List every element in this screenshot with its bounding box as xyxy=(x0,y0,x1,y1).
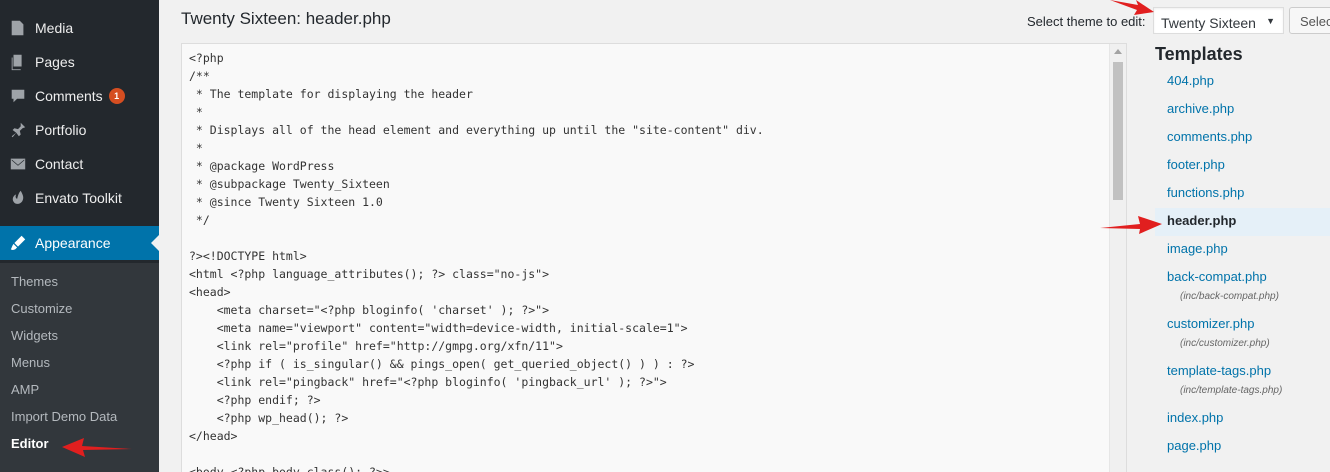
template-file-name: index.php xyxy=(1167,410,1224,425)
submenu-amp[interactable]: AMP xyxy=(11,382,39,397)
template-file-name: 404.php xyxy=(1167,73,1214,88)
template-file-link[interactable]: comments.php xyxy=(1155,124,1330,152)
theme-select[interactable]: Twenty Sixteen ▼ xyxy=(1153,7,1284,34)
selected-theme: Twenty Sixteen xyxy=(1161,15,1256,31)
submenu-customize[interactable]: Customize xyxy=(11,301,72,316)
editor-scrollbar[interactable] xyxy=(1109,44,1126,472)
submenu-themes[interactable]: Themes xyxy=(11,274,58,289)
template-file-name: footer.php xyxy=(1167,157,1225,172)
template-file-link[interactable]: archive.php xyxy=(1155,96,1330,124)
submenu-import-demo-data[interactable]: Import Demo Data xyxy=(11,409,117,424)
portfolio-icon xyxy=(8,120,28,140)
menu-comments[interactable]: Comments 1 xyxy=(0,79,159,113)
template-file-link[interactable]: page.php xyxy=(1155,433,1330,461)
admin-sidebar: Media Pages Comments 1 Portfolio Contact… xyxy=(0,0,159,472)
menu-label: Envato Toolkit xyxy=(35,190,122,206)
media-icon xyxy=(8,18,28,38)
submenu-widgets[interactable]: Widgets xyxy=(11,328,58,343)
contact-icon xyxy=(8,154,28,174)
template-file-name: page.php xyxy=(1167,438,1222,453)
red-arrow-editor-icon xyxy=(62,438,132,457)
template-file-name: image.php xyxy=(1167,241,1228,256)
template-file-name: functions.php xyxy=(1167,185,1245,200)
template-file-link[interactable]: back-compat.php xyxy=(1155,264,1330,292)
scrollbar-thumb[interactable] xyxy=(1113,62,1123,200)
red-arrow-theme-select-icon xyxy=(1110,0,1154,15)
template-file-path: (inc/back-compat.php) xyxy=(1180,291,1279,302)
template-file-link-current[interactable]: header.php xyxy=(1155,208,1330,236)
submenu-menus[interactable]: Menus xyxy=(11,355,50,370)
comment-count-badge: 1 xyxy=(108,88,125,104)
menu-label: Pages xyxy=(35,54,75,70)
template-file-path: (inc/customizer.php) xyxy=(1180,338,1270,349)
template-file-link[interactable]: footer.php xyxy=(1155,152,1330,180)
envato-icon xyxy=(8,188,28,208)
page-title: Twenty Sixteen: header.php xyxy=(181,9,391,28)
template-file-link[interactable]: functions.php xyxy=(1155,180,1330,208)
menu-media[interactable]: Media xyxy=(0,11,159,45)
template-file-name: customizer.php xyxy=(1167,316,1255,331)
template-file-path: (inc/template-tags.php) xyxy=(1180,385,1283,396)
menu-envato-toolkit[interactable]: Envato Toolkit xyxy=(0,181,159,215)
template-file-link[interactable]: 404.php xyxy=(1155,68,1330,96)
pages-icon xyxy=(8,52,28,72)
theme-select-label: Select theme to edit: xyxy=(1027,14,1146,29)
template-file-link[interactable]: customizer.php xyxy=(1155,311,1330,339)
menu-portfolio[interactable]: Portfolio xyxy=(0,113,159,147)
menu-label: Media xyxy=(35,20,74,36)
template-file-name: back-compat.php xyxy=(1167,269,1267,284)
menu-label: Portfolio xyxy=(35,122,87,138)
menu-contact[interactable]: Contact xyxy=(0,147,159,181)
template-file-link[interactable]: image.php xyxy=(1155,236,1330,264)
templates-heading: Templates xyxy=(1155,44,1243,64)
chevron-down-icon: ▼ xyxy=(1266,16,1275,26)
template-file-link[interactable]: template-tags.php xyxy=(1155,358,1330,386)
template-file-link[interactable]: index.php xyxy=(1155,405,1330,433)
comments-icon xyxy=(8,86,28,106)
menu-pages[interactable]: Pages xyxy=(0,45,159,79)
menu-appearance[interactable]: Appearance xyxy=(0,226,159,260)
appearance-icon xyxy=(8,233,28,253)
scroll-up-icon[interactable] xyxy=(1114,49,1122,54)
code-editor[interactable]: <?php /** * The template for displaying … xyxy=(181,43,1127,472)
menu-label: Comments xyxy=(35,88,103,104)
template-file-name: template-tags.php xyxy=(1167,363,1272,378)
template-file-name: comments.php xyxy=(1167,129,1253,144)
code-content[interactable]: <?php /** * The template for displaying … xyxy=(189,49,764,472)
submenu-editor[interactable]: Editor xyxy=(11,436,49,451)
red-arrow-header-icon xyxy=(1100,216,1162,234)
menu-label: Appearance xyxy=(35,235,111,251)
menu-label: Contact xyxy=(35,156,84,172)
template-file-name: archive.php xyxy=(1167,101,1235,116)
template-file-name: header.php xyxy=(1167,213,1237,228)
select-theme-button[interactable]: Selec xyxy=(1289,7,1330,34)
